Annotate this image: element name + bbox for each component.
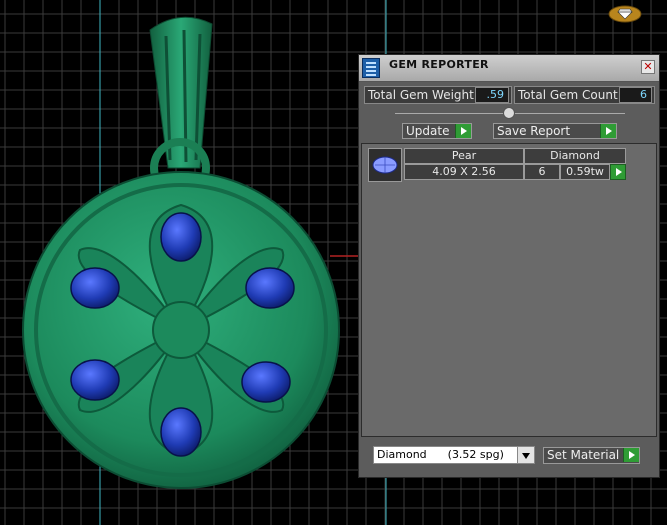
panel-slider-handle[interactable] — [503, 107, 515, 119]
play-arrow-icon — [455, 124, 471, 138]
gem-weight-cell: 0.59tw — [560, 164, 610, 180]
chevron-down-icon[interactable] — [517, 447, 534, 463]
total-gem-count-label: Total Gem Count — [518, 88, 618, 102]
diamond-logo-icon — [608, 4, 642, 24]
pear-gem-thumbnail-icon — [368, 148, 402, 182]
material-select[interactable]: Diamond (3.52 spg) — [373, 446, 535, 464]
gem-material-cell: Diamond — [524, 148, 626, 164]
total-gem-weight-value: .59 — [475, 87, 509, 103]
window-titlebar[interactable]: GEM REPORTER ✕ — [359, 55, 659, 82]
total-gem-count-group: Total Gem Count 6 — [514, 86, 655, 104]
total-gem-weight-label: Total Gem Weight — [368, 88, 474, 102]
close-icon[interactable]: ✕ — [641, 60, 655, 74]
gem-reporter-app-icon — [362, 58, 380, 78]
list-item[interactable]: Pear Diamond 4.09 X 2.56 6 0.59tw — [368, 148, 634, 182]
window-title: GEM REPORTER — [389, 58, 489, 71]
gem-size-cell: 4.09 X 2.56 — [404, 164, 524, 180]
gem-shape-cell: Pear — [404, 148, 524, 164]
gem-list: Pear Diamond 4.09 X 2.56 6 0.59tw — [361, 143, 657, 437]
pendant-model — [22, 16, 340, 489]
set-material-button-label: Set Material — [547, 448, 620, 462]
total-gem-weight-group: Total Gem Weight .59 — [364, 86, 512, 104]
material-select-value: Diamond (3.52 spg) — [377, 448, 504, 461]
update-button-label: Update — [406, 124, 450, 138]
play-arrow-icon — [623, 448, 639, 462]
gem-count-cell: 6 — [524, 164, 560, 180]
update-button[interactable]: Update — [402, 123, 472, 139]
play-arrow-icon — [600, 124, 616, 138]
set-material-button[interactable]: Set Material — [543, 447, 640, 464]
total-gem-count-value: 6 — [619, 87, 652, 103]
gem-reporter-window: GEM REPORTER ✕ Total Gem Weight .59 Tota… — [358, 54, 660, 478]
save-report-button-label: Save Report — [497, 124, 571, 138]
save-report-button[interactable]: Save Report — [493, 123, 617, 139]
gem-row-arrow-button[interactable] — [610, 164, 626, 180]
